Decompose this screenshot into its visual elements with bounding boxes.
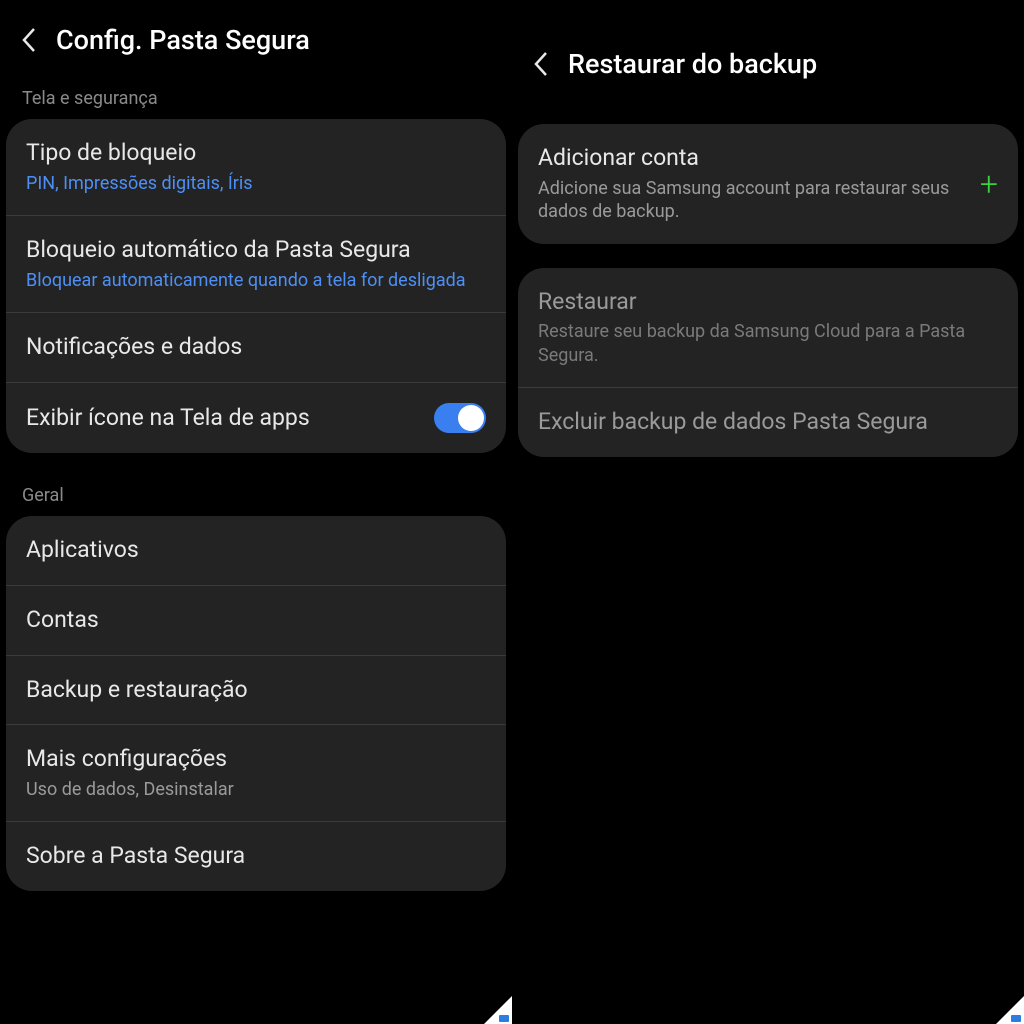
header: Restaurar do backup — [512, 0, 1024, 100]
show-icon-title: Exibir ícone na Tela de apps — [26, 404, 422, 433]
apps-row[interactable]: Aplicativos — [6, 516, 506, 586]
page-title: Config. Pasta Segura — [56, 24, 310, 56]
about-title: Sobre a Pasta Segura — [26, 842, 486, 871]
delete-backup-title: Excluir backup de dados Pasta Segura — [538, 408, 998, 437]
restore-sub: Restaure seu backup da Samsung Cloud par… — [538, 320, 998, 367]
restore-row[interactable]: Restaurar Restaure seu backup da Samsung… — [518, 268, 1018, 389]
section-label-security: Tela e segurança — [0, 76, 512, 119]
more-title: Mais configurações — [26, 745, 486, 774]
auto-lock-row[interactable]: Bloqueio automático da Pasta Segura Bloq… — [6, 216, 506, 313]
add-account-sub: Adicione sua Samsung account para restau… — [538, 177, 968, 224]
plus-icon[interactable]: + — [980, 165, 998, 203]
notifications-title: Notificações e dados — [26, 333, 486, 362]
back-icon[interactable] — [532, 50, 550, 78]
section-label-general: Geral — [0, 473, 512, 516]
lock-type-sub: PIN, Impressões digitais, Íris — [26, 172, 486, 195]
restore-card: Restaurar Restaure seu backup da Samsung… — [518, 268, 1018, 457]
security-card: Tipo de bloqueio PIN, Impressões digitai… — [6, 119, 506, 453]
header: Config. Pasta Segura — [0, 0, 512, 76]
restore-screen: Restaurar do backup Adicionar conta Adic… — [512, 0, 1024, 1024]
show-icon-toggle[interactable] — [434, 403, 486, 433]
lock-type-title: Tipo de bloqueio — [26, 139, 486, 168]
apps-title: Aplicativos — [26, 536, 486, 565]
backup-restore-row[interactable]: Backup e restauração — [6, 656, 506, 726]
backup-restore-title: Backup e restauração — [26, 676, 486, 705]
back-icon[interactable] — [20, 26, 38, 54]
accounts-row[interactable]: Contas — [6, 586, 506, 656]
corner-badge-icon — [1011, 1015, 1021, 1022]
auto-lock-sub: Bloquear automaticamente quando a tela f… — [26, 269, 486, 292]
notifications-row[interactable]: Notificações e dados — [6, 313, 506, 383]
delete-backup-row[interactable]: Excluir backup de dados Pasta Segura — [518, 388, 1018, 457]
add-account-card: Adicionar conta Adicione sua Samsung acc… — [518, 124, 1018, 244]
add-account-title: Adicionar conta — [538, 144, 968, 173]
restore-title: Restaurar — [538, 288, 998, 317]
accounts-title: Contas — [26, 606, 486, 635]
more-sub: Uso de dados, Desinstalar — [26, 778, 486, 801]
corner-badge-icon — [499, 1015, 509, 1022]
page-title: Restaurar do backup — [568, 48, 817, 80]
auto-lock-title: Bloqueio automático da Pasta Segura — [26, 236, 486, 265]
add-account-row[interactable]: Adicionar conta Adicione sua Samsung acc… — [518, 124, 1018, 244]
about-row[interactable]: Sobre a Pasta Segura — [6, 822, 506, 891]
more-settings-row[interactable]: Mais configurações Uso de dados, Desinst… — [6, 725, 506, 822]
general-card: Aplicativos Contas Backup e restauração … — [6, 516, 506, 891]
settings-screen: Config. Pasta Segura Tela e segurança Ti… — [0, 0, 512, 1024]
lock-type-row[interactable]: Tipo de bloqueio PIN, Impressões digitai… — [6, 119, 506, 216]
show-icon-row[interactable]: Exibir ícone na Tela de apps — [6, 383, 506, 453]
